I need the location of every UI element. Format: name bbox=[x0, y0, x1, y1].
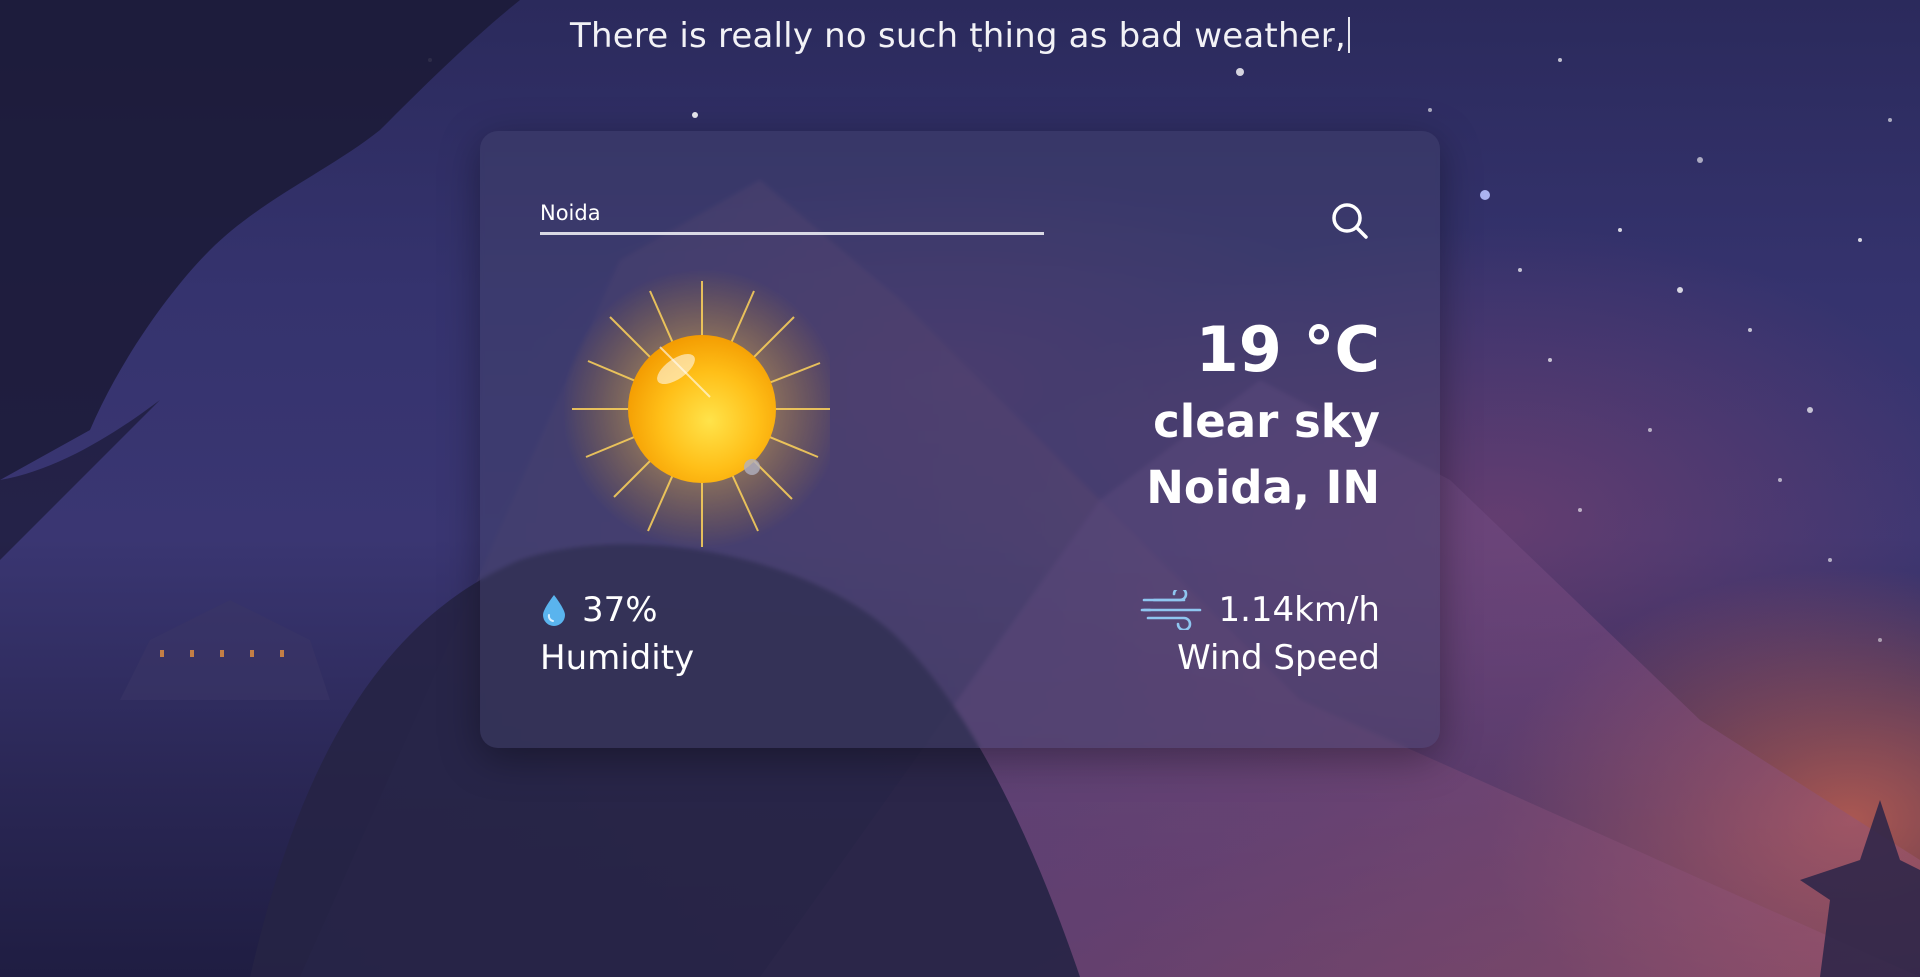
wind-value: 1.14km/h bbox=[1218, 590, 1380, 630]
water-drop-icon bbox=[543, 595, 565, 626]
sun-icon bbox=[530, 251, 842, 571]
weather-description: clear sky bbox=[1153, 395, 1380, 448]
quote-text-content: There is really no such thing as bad wea… bbox=[569, 16, 1346, 56]
humidity-value: 37% bbox=[582, 590, 658, 630]
wind-label: Wind Speed bbox=[1177, 638, 1380, 678]
humidity-label: Humidity bbox=[540, 638, 695, 678]
temperature: 19 °C bbox=[1195, 313, 1380, 386]
search-button[interactable] bbox=[1326, 197, 1376, 247]
wind-icon bbox=[1141, 590, 1202, 630]
typing-caret bbox=[1348, 17, 1350, 53]
weather-card: 19 °C clear sky Noida, IN 37% Humidity bbox=[480, 131, 1440, 748]
search-input[interactable] bbox=[540, 193, 1044, 235]
search-icon bbox=[1332, 203, 1368, 239]
quote-text: There is really no such thing as bad wea… bbox=[0, 16, 1920, 56]
humidity-block: 37% Humidity bbox=[540, 586, 694, 678]
wind-block: 1.14km/h Wind Speed bbox=[1140, 586, 1380, 678]
location-name: Noida, IN bbox=[1146, 461, 1380, 514]
